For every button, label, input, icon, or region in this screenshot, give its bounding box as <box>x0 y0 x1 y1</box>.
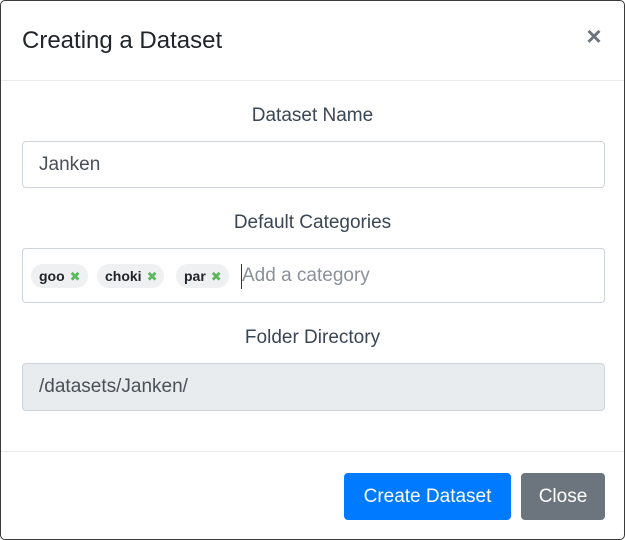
remove-tag-icon[interactable]: ✖ <box>70 269 81 284</box>
close-icon[interactable]: × <box>584 23 604 49</box>
remove-tag-icon[interactable]: ✖ <box>211 269 222 284</box>
category-tag-label: choki <box>105 268 142 284</box>
categories-tag-input[interactable]: goo ✖ choki ✖ par ✖ <box>22 248 605 303</box>
remove-tag-icon[interactable]: ✖ <box>147 269 158 284</box>
category-tag-label: goo <box>39 268 65 284</box>
category-tag-label: par <box>184 268 206 284</box>
modal-header: Creating a Dataset × <box>1 1 624 81</box>
dataset-name-input[interactable]: Janken <box>22 141 605 188</box>
create-dataset-button[interactable]: Create Dataset <box>344 473 511 520</box>
category-tag-choki: choki ✖ <box>97 264 165 288</box>
add-category-input[interactable] <box>242 262 582 290</box>
category-tag-par: par ✖ <box>176 264 229 288</box>
close-button[interactable]: Close <box>521 473 605 520</box>
category-tag-goo: goo ✖ <box>31 264 88 288</box>
modal-footer: Create Dataset Close <box>1 451 624 539</box>
default-categories-label: Default Categories <box>233 212 392 233</box>
create-dataset-modal: Creating a Dataset × Dataset Name Janken… <box>0 0 625 540</box>
folder-directory-label: Folder Directory <box>244 327 381 348</box>
dataset-name-label: Dataset Name <box>251 105 374 126</box>
folder-directory-field: /datasets/Janken/ <box>22 363 605 411</box>
modal-title: Creating a Dataset <box>22 27 223 54</box>
